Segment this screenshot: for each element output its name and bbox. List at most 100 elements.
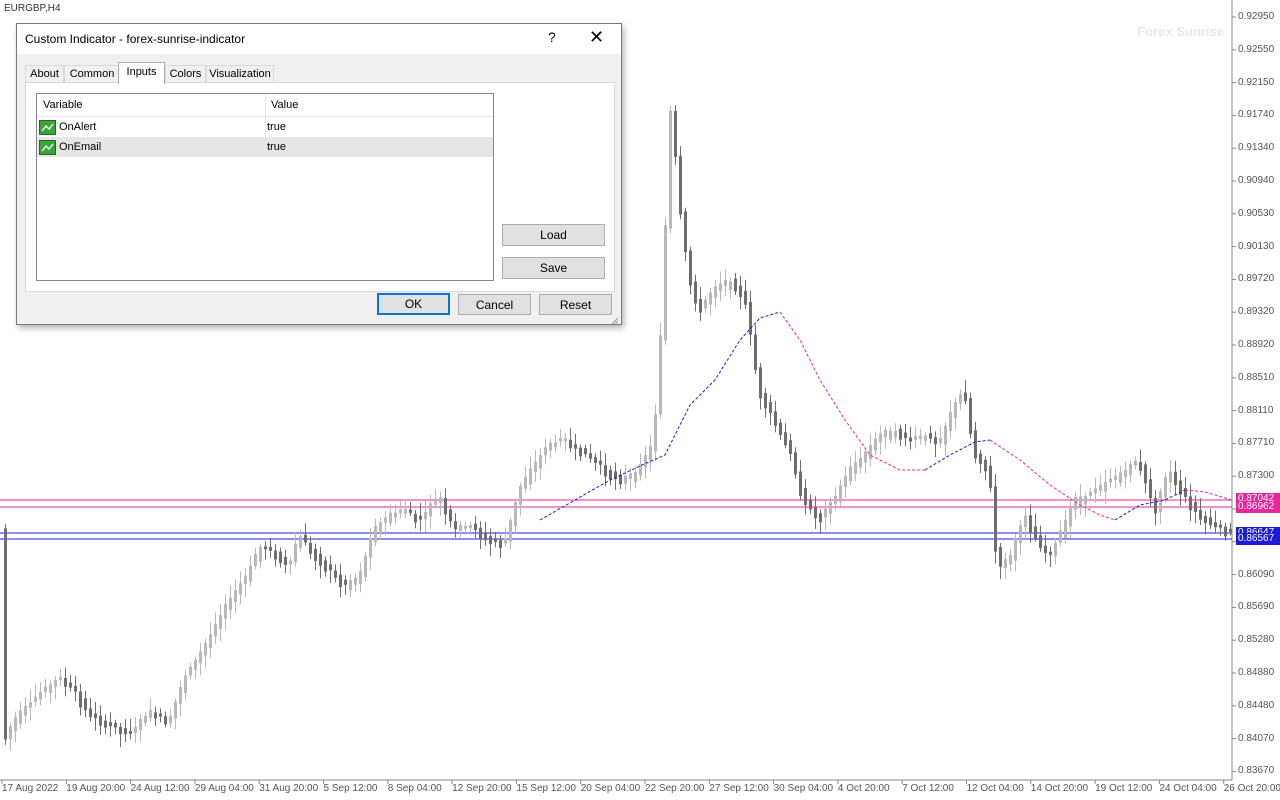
candle-body (894, 430, 897, 438)
input-row-onemail[interactable]: OnEmail true (37, 137, 493, 157)
candle-body (599, 460, 602, 465)
help-button[interactable]: ? (548, 29, 556, 45)
candle-body (669, 110, 672, 229)
candle-body (1034, 526, 1037, 539)
candle-body (54, 679, 57, 687)
close-button[interactable]: ✕ (589, 27, 604, 48)
candle-body (929, 433, 932, 439)
tab-common[interactable]: Common (64, 65, 120, 83)
tab-colors[interactable]: Colors (165, 65, 206, 83)
candle-body (719, 283, 722, 292)
candle-body (1184, 488, 1187, 497)
dialog-titlebar[interactable]: Custom Indicator - forex-sunrise-indicat… (17, 24, 621, 54)
candle-body (754, 334, 757, 370)
candle-body (369, 538, 372, 558)
cancel-button[interactable]: Cancel (458, 294, 531, 315)
time-tick-label: 24 Aug 12:00 (130, 783, 190, 794)
tab-visualization[interactable]: Visualization (206, 65, 274, 83)
candle-body (899, 428, 902, 440)
candle-body (464, 525, 467, 529)
candle-body (784, 432, 787, 446)
column-variable[interactable]: Variable (43, 99, 83, 111)
candle-body (89, 708, 92, 718)
tab-about[interactable]: About (25, 65, 64, 83)
indicator-param-icon (39, 140, 56, 155)
row-divider (265, 137, 266, 157)
candle-body (1219, 524, 1222, 528)
watermark-text: Forex Sunrise (1137, 24, 1224, 39)
candle-body (44, 686, 47, 693)
price-tick-label: 0.92150 (1238, 76, 1275, 88)
price-tick-label: 0.84070 (1238, 732, 1275, 744)
price-tick-label: 0.87300 (1238, 470, 1275, 482)
chart-symbol-title: EURGBP,H4 (4, 3, 61, 14)
candle-body (734, 278, 737, 292)
candle-body (594, 457, 597, 463)
candle-body (824, 508, 827, 518)
candle-body (124, 728, 127, 735)
column-divider[interactable] (265, 94, 266, 116)
candle-body (194, 659, 197, 670)
column-value[interactable]: Value (271, 99, 298, 111)
candle-body (1069, 507, 1072, 527)
candle-body (979, 453, 982, 464)
candle-body (1084, 496, 1087, 505)
candle-body (789, 440, 792, 454)
ok-button[interactable]: OK (377, 293, 450, 315)
candle-body (274, 550, 277, 560)
candle-body (69, 682, 72, 688)
candle-body (419, 515, 422, 520)
candle-body (374, 525, 377, 543)
input-value[interactable]: true (267, 141, 286, 153)
input-row-onalert[interactable]: OnAlert true (37, 117, 493, 137)
tab-inputs[interactable]: Inputs (118, 62, 165, 84)
dialog-title: Custom Indicator - forex-sunrise-indicat… (25, 32, 246, 46)
list-header: Variable Value (37, 94, 493, 117)
candle-body (494, 539, 497, 543)
candle-body (964, 392, 967, 402)
candle-body (659, 335, 662, 415)
price-tick-label: 0.84880 (1238, 667, 1275, 678)
price-tick-label: 0.90130 (1238, 240, 1275, 252)
candle-body (344, 579, 347, 585)
candle-body (1054, 543, 1057, 557)
time-tick-label: 14 Oct 20:00 (1030, 783, 1089, 794)
candle-body (349, 580, 352, 591)
candle-body (974, 430, 977, 459)
candle-body (469, 525, 472, 529)
price-tick-label: 0.88920 (1238, 339, 1275, 350)
indicator-line-pink (1184, 489, 1233, 501)
candle-body (254, 553, 257, 567)
indicator-line-pink (779, 311, 925, 471)
save-button[interactable]: Save (502, 257, 605, 279)
candle-body (259, 546, 262, 562)
candle-body (804, 487, 807, 506)
price-tick-label: 0.85690 (1238, 601, 1275, 613)
time-tick-label: 31 Aug 20:00 (259, 783, 319, 794)
candle-body (809, 499, 812, 510)
candle-body (169, 715, 172, 724)
load-button[interactable]: Load (502, 224, 605, 246)
candle-body (504, 538, 507, 544)
candle-body (744, 290, 747, 305)
candle-body (1074, 496, 1077, 510)
candle-body (454, 521, 457, 530)
candle-body (774, 411, 777, 426)
resize-grip-icon[interactable] (611, 314, 619, 325)
candle-body (334, 570, 337, 578)
candle-body (559, 438, 562, 442)
candle-body (554, 442, 557, 448)
candle-body (359, 570, 362, 585)
candle-body (1029, 515, 1032, 533)
candle-body (109, 722, 112, 727)
input-value[interactable]: true (267, 121, 286, 133)
candle-body (1004, 558, 1007, 569)
candle-body (1114, 475, 1117, 481)
candle-body (544, 447, 547, 456)
candle-body (859, 457, 862, 468)
candle-body (879, 433, 882, 443)
inputs-list[interactable]: Variable Value OnAlert true OnEmail true (36, 93, 494, 281)
reset-button[interactable]: Reset (539, 294, 612, 315)
price-tick-label: 0.91340 (1238, 142, 1275, 154)
input-name: OnEmail (59, 141, 102, 153)
